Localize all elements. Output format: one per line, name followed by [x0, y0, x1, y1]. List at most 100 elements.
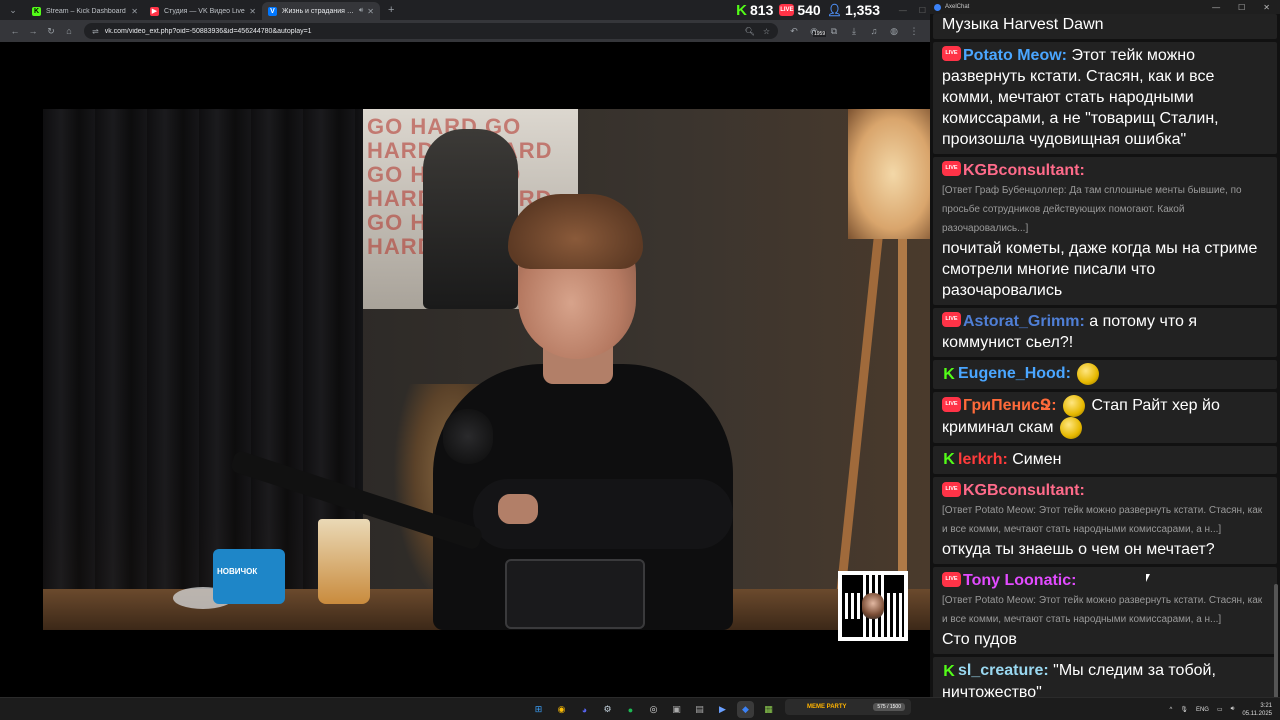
media-control-icon[interactable]: ♫ — [864, 26, 884, 36]
system-tray: ^ 🎙︎ ENG ▭ 🔊︎ 3:21 05.11.2025 — [1169, 702, 1272, 718]
tab-vk-video[interactable]: V Жизнь и страдания Роман 🔊︎ ✕ — [262, 2, 380, 20]
peepo-emote — [1077, 363, 1100, 385]
mug: НОВИЧОК — [213, 549, 285, 604]
media-player-icon[interactable]: ▶ — [714, 701, 731, 718]
clock[interactable]: 3:21 05.11.2025 — [1242, 702, 1272, 718]
extension-icon[interactable]: ◉1959 — [804, 26, 827, 37]
app-icon[interactable]: ▦ — [760, 701, 777, 718]
download-icon[interactable]: ⤓ — [844, 26, 864, 37]
network-icon[interactable]: ▭ — [1217, 706, 1223, 713]
close-icon[interactable]: ✕ — [367, 7, 374, 16]
obs-icon[interactable]: ◎ — [645, 701, 662, 718]
kick-icon: K — [943, 662, 955, 680]
vk-live-icon: LIVE — [942, 312, 961, 328]
chat-message: Ksl_creature: "Мы следим за тобой, ничто… — [933, 657, 1277, 697]
back-icon[interactable]: ← — [6, 26, 24, 36]
chat-message: Klerkrh: Симен — [933, 446, 1277, 475]
chat-feed[interactable]: Музыка Harvest Dawn LIVE Potato Meow: Это… — [930, 14, 1280, 697]
chat-message: LIVE KGBconsultant: [Ответ Potato Meow: Э… — [933, 477, 1277, 565]
new-tab-button[interactable]: + — [380, 4, 402, 16]
mic-icon[interactable]: 🎙︎ — [1180, 706, 1188, 713]
forward-icon[interactable]: → — [24, 26, 42, 36]
minimize-icon[interactable]: — — [899, 6, 907, 15]
chat-titlebar: AxelChat — ☐ ✕ — [930, 0, 1280, 14]
curtain — [43, 109, 363, 630]
speaker-icon[interactable]: 🔊︎ — [359, 7, 363, 15]
maximize-icon[interactable]: ☐ — [1238, 3, 1245, 12]
tab-vk-studio[interactable]: ▶ Студия — VK Видео Live ✕ — [144, 2, 262, 20]
taskbar-apps: ⊞ ◉ ◕ ⚙ ● ◎ ▣ ▤ ▶ ◆ ▦ — [530, 701, 777, 718]
vk-live-icon: LIVE — [942, 481, 961, 497]
kick-icon: K — [943, 365, 955, 383]
kick-counter: K 813 — [736, 1, 774, 19]
reload-icon[interactable]: ↻ — [42, 26, 60, 37]
app-icon[interactable]: ▤ — [691, 701, 708, 718]
spotify-icon[interactable]: ● — [622, 701, 639, 718]
chat-message: K Eugene_Hood: — [933, 360, 1277, 389]
microphone — [443, 409, 493, 464]
video-frame[interactable]: GO HARD GO HARD GO HARD GO HARD GO HARD … — [43, 109, 930, 630]
url-input[interactable]: ⇌ vk.com/video_ext.php?oid=-50883936&id=… — [84, 23, 778, 39]
chat-message: LIVE Potato Meow: Этот тейк можно разверн… — [933, 42, 1277, 154]
vk-live-icon: LIVE — [779, 4, 795, 16]
peepo-emote — [1063, 395, 1086, 417]
peepo-emote — [1060, 417, 1082, 439]
vk-live-icon: LIVE — [942, 46, 961, 62]
zoom-icon[interactable]: 🔍︎ — [745, 27, 755, 36]
desktop: ⌄ K Stream – Kick Dashboard ✕ ▶ Студия —… — [0, 0, 1280, 720]
minimize-icon[interactable]: — — [1212, 3, 1220, 12]
app-icon[interactable]: ▣ — [668, 701, 685, 718]
steam-icon[interactable]: ⚙ — [599, 701, 616, 718]
home-icon[interactable]: ⌂ — [60, 26, 78, 36]
kick-icon: K — [736, 1, 747, 19]
vk-live-icon: ▶ — [150, 6, 159, 16]
reply-quote: [Ответ Potato Meow: Этот тейк можно разв… — [942, 595, 1263, 626]
windows-start-icon[interactable]: ⊞ — [530, 701, 547, 718]
maximize-icon[interactable]: ☐ — [919, 6, 926, 15]
extensions-icon[interactable]: ⧉ — [824, 26, 844, 37]
video-player[interactable]: GO HARD GO HARD GO HARD GO HARD GO HARD … — [0, 42, 930, 697]
taskbar: ⊞ ◉ ◕ ⚙ ● ◎ ▣ ▤ ▶ ◆ ▦ ^ 🎙︎ ENG ▭ 🔊︎ 3:21… — [0, 697, 1280, 720]
chat-message: LIVE KGBconsultant: [Ответ Граф Бубенцолл… — [933, 157, 1277, 305]
discord-icon[interactable]: ◕ — [576, 701, 593, 718]
volume-icon[interactable]: 🔊︎ — [1231, 706, 1235, 713]
vk-live-icon: LIVE — [942, 571, 961, 587]
chat-message: LIVE Tony Loonatic: [Ответ Potato Meow: Э… — [933, 567, 1277, 655]
profile-icon[interactable]: ◍ — [884, 26, 904, 37]
viewer-counters: K 813 LIVE 540 👤︎ 1,353 — [736, 0, 880, 20]
tablet — [505, 559, 645, 629]
vk-live-counter: LIVE 540 — [779, 2, 821, 18]
tab-bar: ⌄ K Stream – Kick Dashboard ✕ ▶ Студия —… — [0, 0, 930, 20]
undo-icon[interactable]: ↶ — [784, 26, 804, 37]
cup — [318, 519, 370, 604]
meme-party-widget[interactable]: MEME PARTY 575 / 1500 — [785, 699, 911, 715]
vk-live-icon: LIVE — [942, 161, 961, 177]
chevron-up-icon[interactable]: ^ — [1169, 707, 1172, 713]
window-controls: — ☐ — [899, 0, 926, 20]
tab-kick-dashboard[interactable]: K Stream – Kick Dashboard ✕ — [26, 2, 144, 20]
total-viewers-counter: 👤︎ 1,353 — [826, 2, 880, 18]
chat-scrollbar[interactable] — [1274, 584, 1278, 697]
axelchat-icon — [934, 3, 941, 11]
close-icon[interactable]: ✕ — [249, 7, 256, 16]
bookmark-star-icon[interactable]: ☆ — [763, 27, 770, 36]
kick-icon: K — [943, 451, 955, 469]
qr-code — [838, 571, 908, 641]
address-bar: ← → ↻ ⌂ ⇌ vk.com/video_ext.php?oid=-5088… — [0, 20, 930, 42]
chat-message: LIVE ГриПенисՋ: Стап Райт хер йо криминал… — [933, 392, 1277, 443]
close-icon[interactable]: ✕ — [1263, 3, 1270, 12]
kick-icon: K — [32, 6, 41, 16]
mouse-cursor — [1146, 574, 1150, 582]
chrome-icon[interactable]: ◉ — [553, 701, 570, 718]
reply-quote: [Ответ Граф Бубенцоллер: Да там сплошные… — [942, 185, 1242, 234]
tab-search-icon[interactable]: ⌄ — [0, 0, 26, 20]
axelchat-taskbar-icon[interactable]: ◆ — [737, 701, 754, 718]
site-info-icon[interactable]: ⇌ — [92, 27, 99, 36]
chat-message: LIVE Astorat_Grimm: а потому что я коммун… — [933, 308, 1277, 357]
floor-lamp — [848, 109, 930, 239]
vk-live-icon: LIVE — [942, 396, 961, 412]
more-menu-icon[interactable]: ⋮ — [904, 26, 924, 37]
browser-window: ⌄ K Stream – Kick Dashboard ✕ ▶ Студия —… — [0, 0, 930, 697]
close-icon[interactable]: ✕ — [131, 7, 138, 16]
reply-quote: [Ответ Potato Meow: Этот тейк можно разв… — [942, 505, 1263, 536]
